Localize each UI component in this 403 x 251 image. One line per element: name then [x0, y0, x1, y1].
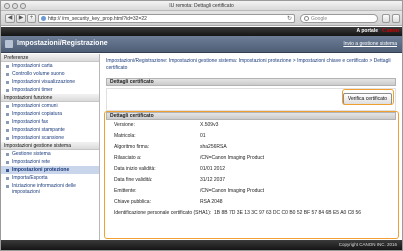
site-icon [41, 16, 46, 21]
sidebar-item-copy[interactable]: Impostazioni copiatura [1, 110, 99, 118]
sidebar-item-common[interactable]: Impostazioni comuni [1, 102, 99, 110]
sidebar-item-import-export[interactable]: Importa/Esporta [1, 174, 99, 182]
sidebar-group-system: Impostazioni gestione sistema [1, 142, 99, 150]
page-title: Impostazioni/Registrazione [17, 40, 108, 47]
sidebar-item-initialize[interactable]: Iniziazione informazioni delle impostazi… [1, 182, 99, 196]
app-top-bar: A portale Canon [1, 27, 402, 36]
sidebar: Preferenze Impostazioni carta Controllo … [1, 54, 100, 240]
address-text: http:// /rm_security_key_prop.html?id=32… [48, 16, 147, 22]
sidebar-item-fax[interactable]: Impostazioni fax [1, 118, 99, 126]
sidebar-item-volume[interactable]: Controllo volume suono [1, 70, 99, 78]
sidebar-item-timer[interactable]: Impostazioni timer [1, 86, 99, 94]
verify-highlight [342, 89, 394, 105]
sidebar-group-preferences: Preferenze [1, 54, 99, 62]
details-highlight [104, 111, 399, 239]
canon-logo: Canon [381, 28, 399, 34]
main-content: Impostazioni/Registrazione: Impostazioni… [101, 54, 402, 240]
sidebar-item-security[interactable]: Impostazioni protezione [1, 166, 99, 174]
settings-registration-icon [5, 40, 13, 48]
sidebar-item-scan[interactable]: Impostazioni scansione [1, 134, 99, 142]
forward-button[interactable]: ▶ [16, 14, 26, 23]
settings-icon[interactable] [392, 14, 400, 23]
sidebar-item-display[interactable]: Impostazioni visualizzazione [1, 78, 99, 86]
copyright: Copyright CANON INC. 2016 [338, 242, 397, 247]
search-placeholder: Google [311, 16, 328, 22]
sidebar-item-network[interactable]: Impostazioni rete [1, 158, 99, 166]
system-management-link[interactable]: Invio a gestione sistema [343, 41, 397, 47]
bookmark-icon[interactable] [382, 14, 390, 23]
reload-icon[interactable]: ↻ [287, 15, 292, 22]
browser-toolbar: ◀ ▶ + http:// /rm_security_key_prop.html… [1, 11, 402, 26]
sidebar-item-paper[interactable]: Impostazioni carta [1, 62, 99, 70]
app-header: Impostazioni/Registrazione Invio a gesti… [1, 36, 402, 53]
window-titlebar: IU remota: Dettagli certificato [1, 1, 402, 11]
sidebar-group-functions: Impostazioni funzione [1, 94, 99, 102]
search-icon [304, 16, 309, 21]
address-bar[interactable]: http:// /rm_security_key_prop.html?id=32… [38, 14, 295, 23]
footer: Copyright CANON INC. 2016 [1, 240, 402, 250]
breadcrumb[interactable]: Impostazioni/Registrazione: Impostazioni… [106, 58, 398, 72]
section-title-certificate: Dettagli certificato [106, 78, 396, 86]
back-button[interactable]: ◀ [5, 14, 15, 23]
window-title: IU remota: Dettagli certificato [169, 3, 234, 9]
add-icon[interactable]: + [27, 14, 36, 23]
search-input[interactable]: Google [300, 14, 378, 23]
sidebar-item-printer[interactable]: Impostazioni stampante [1, 126, 99, 134]
sidebar-item-system-management[interactable]: Gestione sistema [1, 150, 99, 158]
portal-link[interactable]: A portale [357, 28, 378, 34]
